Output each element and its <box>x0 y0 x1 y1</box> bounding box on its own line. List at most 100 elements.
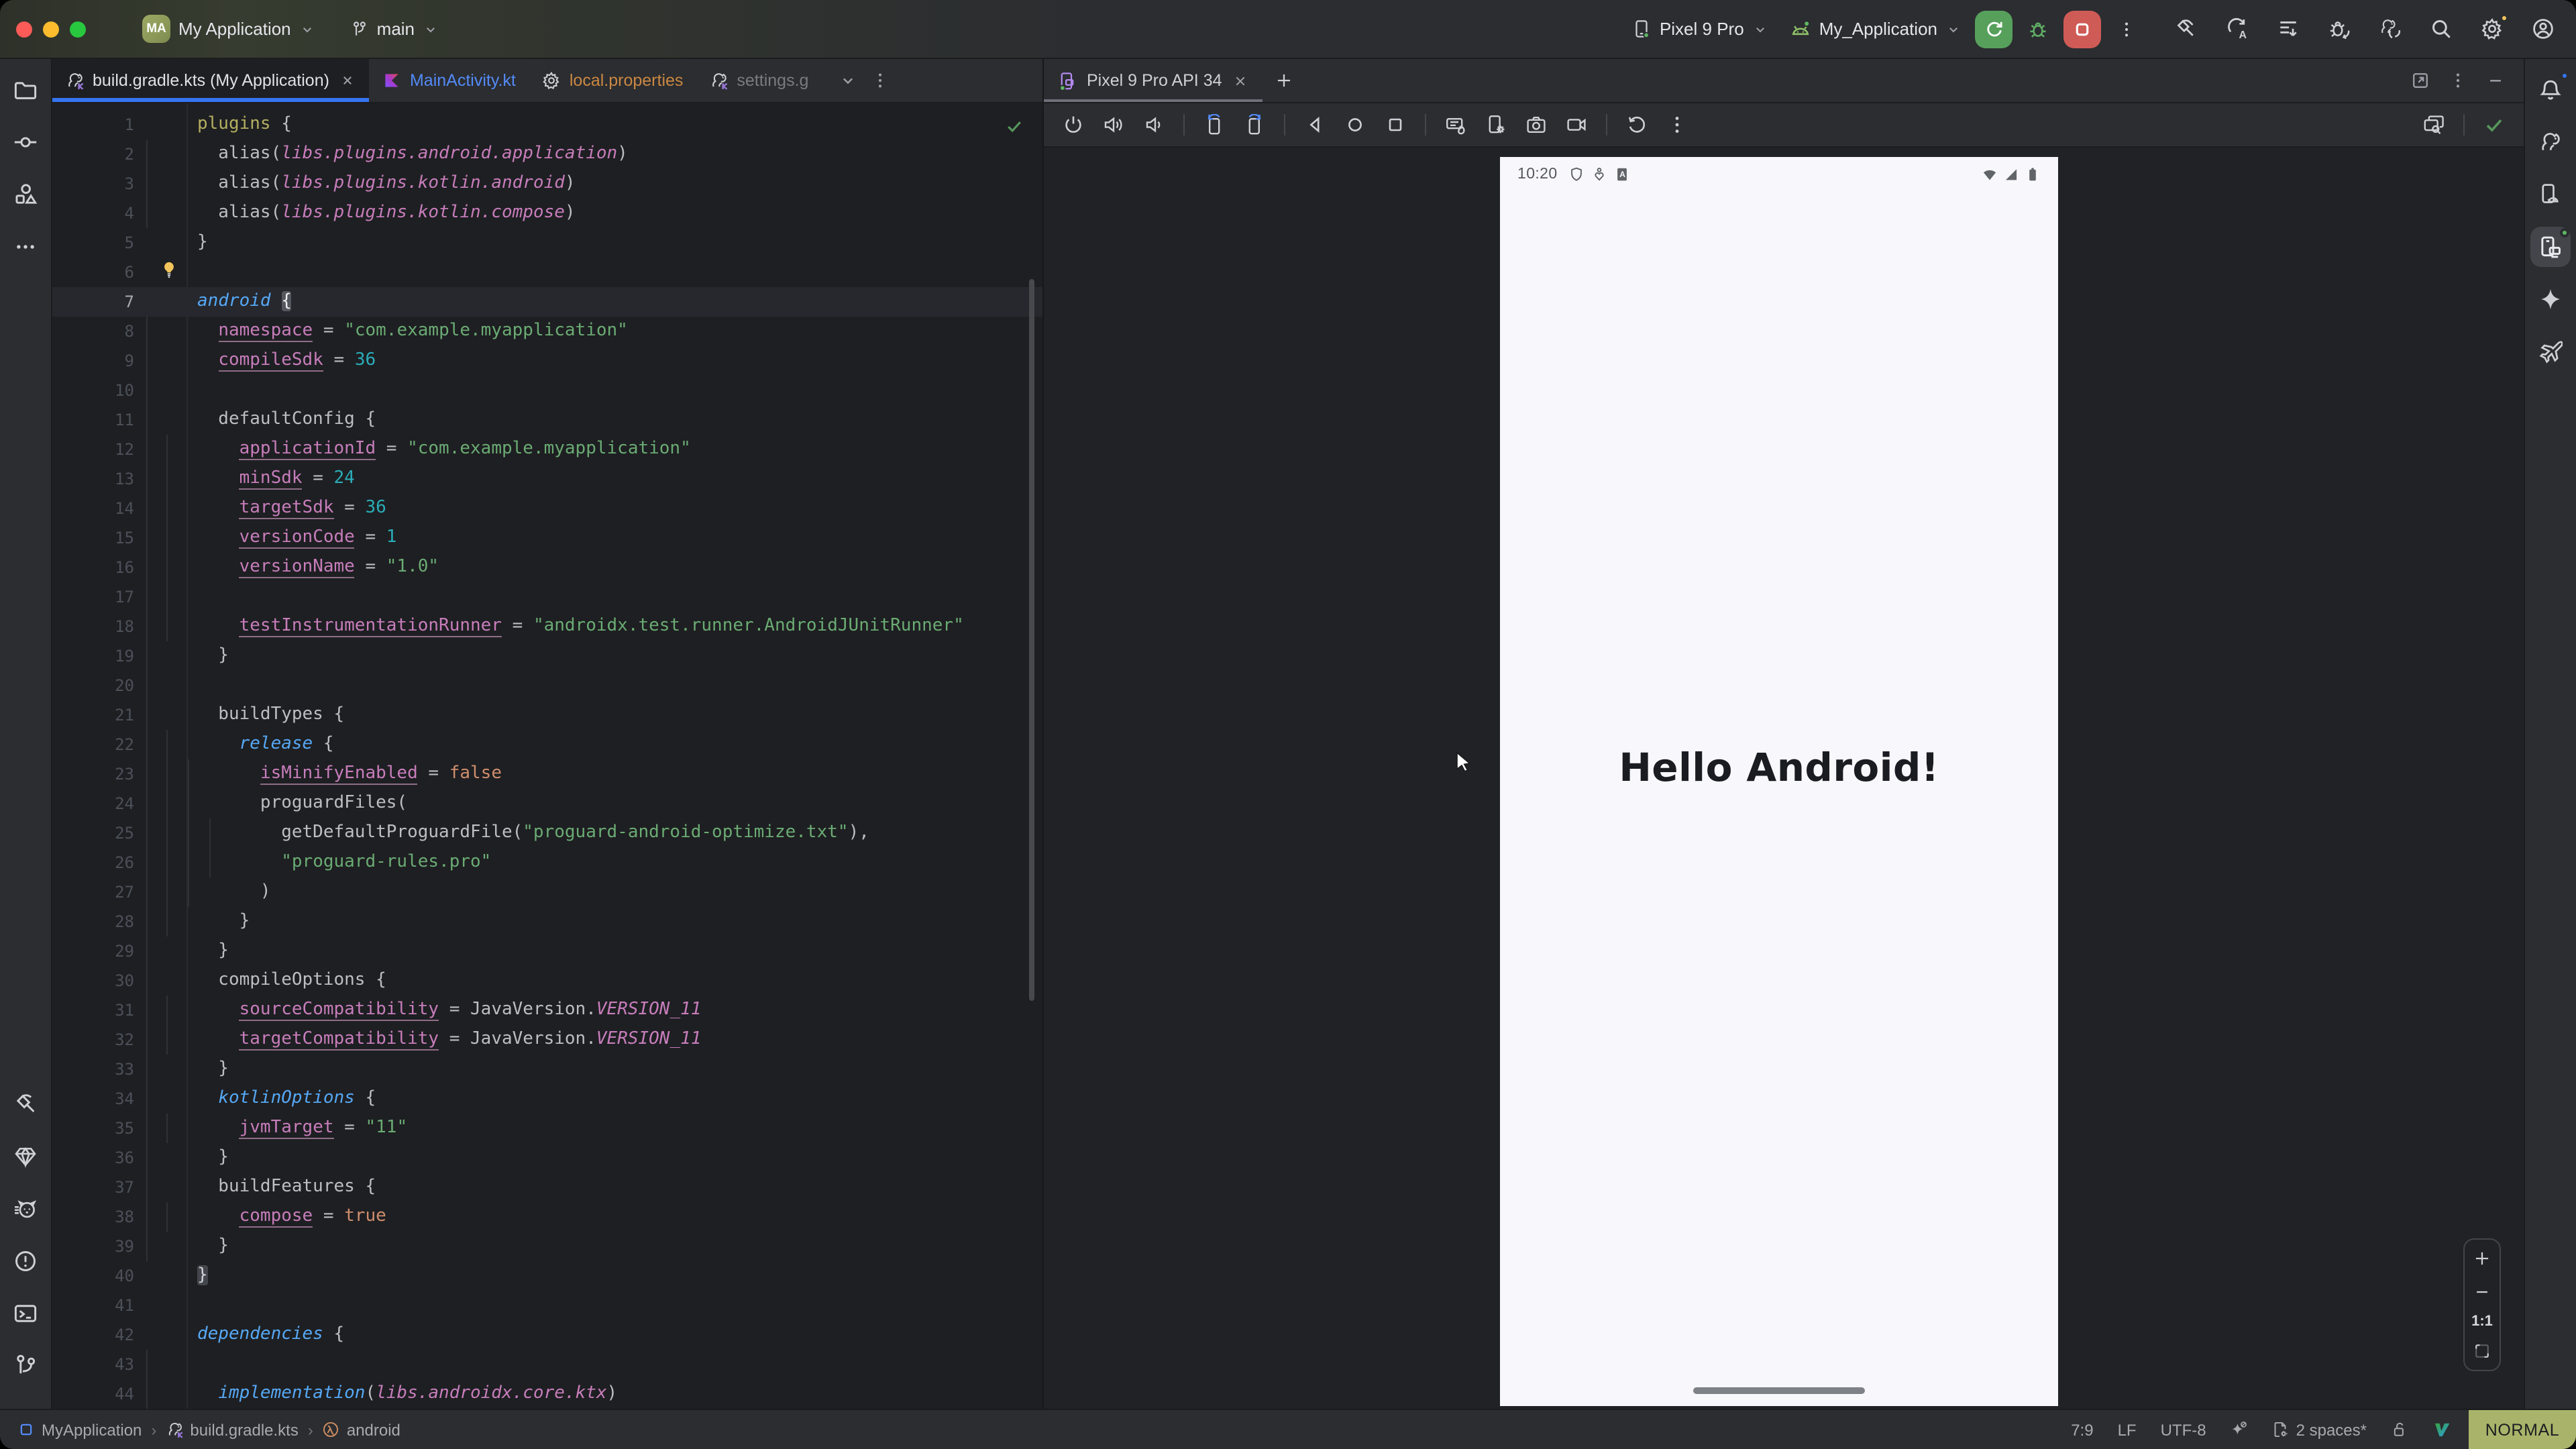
code-editor[interactable]: 1plugins {2 alias(libs.plugins.android.a… <box>52 103 1042 1409</box>
settings-button[interactable] <box>2471 10 2512 48</box>
editor-scrollbar[interactable] <box>1029 279 1034 1001</box>
add-device-tab-button[interactable] <box>1268 64 1300 97</box>
line-content: applicationId = "com.example.myapplicati… <box>134 435 691 464</box>
code-line-23: 23 isMinifyEnabled = false <box>52 759 1042 789</box>
kebab-button[interactable] <box>1661 109 1693 141</box>
logcat-tool-button[interactable] <box>5 1189 46 1229</box>
unlock-widget[interactable] <box>2391 1421 2408 1438</box>
hammer-tool-button[interactable] <box>5 1084 46 1124</box>
git-branch-tool-button[interactable] <box>5 1346 46 1386</box>
hardware-input-button[interactable] <box>1440 109 1472 141</box>
breadcrumb-item-build.gradle.kts[interactable]: build.gradle.kts <box>166 1420 298 1439</box>
user-button[interactable] <box>2522 10 2563 48</box>
profiler-button[interactable] <box>2318 10 2359 48</box>
zoom-reset-button[interactable]: 1:1 <box>2471 1313 2493 1330</box>
airplane-tool-button[interactable] <box>2530 331 2571 372</box>
back-button[interactable] <box>1299 109 1331 141</box>
reset-button[interactable] <box>1621 109 1653 141</box>
inspections-ok-icon[interactable] <box>1005 117 1024 136</box>
editor-tab-build.gradle.kts[interactable]: build.gradle.kts (My Application) <box>52 59 370 102</box>
kebab-button[interactable] <box>2449 70 2467 90</box>
debug-button[interactable] <box>2018 10 2058 48</box>
device-manager-tool-button[interactable] <box>2530 174 2571 215</box>
home-button[interactable] <box>1339 109 1371 141</box>
chevron-down-icon <box>838 72 857 91</box>
vim-widget[interactable] <box>2432 1421 2450 1438</box>
device-selector[interactable]: Pixel 9 Pro <box>1623 13 1776 44</box>
editor-tab-settings.g[interactable]: settings.g <box>696 59 822 102</box>
camera-button[interactable] <box>1520 109 1552 141</box>
close-icon[interactable] <box>1232 72 1249 89</box>
device-settings-button[interactable] <box>1480 109 1512 141</box>
running-devices-tool-button[interactable] <box>2530 227 2571 267</box>
more-tool-button[interactable] <box>5 227 46 267</box>
project-widget[interactable]: MA My Application <box>134 9 323 48</box>
plus-zoom-button[interactable] <box>2473 1246 2491 1271</box>
maximize-window-button[interactable] <box>70 21 86 37</box>
breadcrumb-item-android[interactable]: android <box>323 1420 400 1439</box>
show-hidden-tabs-button[interactable] <box>838 70 857 90</box>
volume-down-button[interactable] <box>1138 109 1170 141</box>
minus-zoom-button[interactable] <box>2473 1280 2491 1304</box>
line-number: 32 <box>52 1025 134 1055</box>
layout-inspector-button[interactable] <box>2418 109 2450 141</box>
volume-up-button[interactable] <box>1097 109 1130 141</box>
search-button[interactable] <box>2420 10 2461 48</box>
code-line-10: 10 <box>52 376 1042 405</box>
gesture-navigation-pill[interactable] <box>1693 1387 1865 1394</box>
fit-zoom-button[interactable] <box>2473 1339 2491 1363</box>
code-line-1: 1plugins { <box>52 110 1042 140</box>
screen-record-button[interactable] <box>1560 109 1593 141</box>
check-green-button[interactable] <box>2478 109 2510 141</box>
folder-tool-button[interactable] <box>5 70 46 110</box>
minimize-window-button[interactable] <box>43 21 59 37</box>
line-number: 20 <box>52 671 134 700</box>
stop-button[interactable] <box>2063 10 2101 48</box>
apply-restart-button[interactable] <box>2216 10 2257 48</box>
intention-lightbulb-icon[interactable] <box>160 260 178 279</box>
rotate-left-button[interactable] <box>1198 109 1230 141</box>
power-button[interactable] <box>1057 109 1089 141</box>
status-widget-7:9[interactable]: 7:9 <box>2071 1420 2093 1439</box>
gem-tool-button[interactable] <box>5 1136 46 1177</box>
problems-tool-button[interactable] <box>5 1241 46 1281</box>
gradle-sync-button[interactable] <box>2369 10 2410 48</box>
more-run-options-button[interactable] <box>2106 10 2147 48</box>
code-line-30: 30 compileOptions { <box>52 966 1042 996</box>
apply-code-button[interactable] <box>2267 10 2308 48</box>
overview-button[interactable] <box>1379 109 1411 141</box>
status-widget-UTF-8[interactable]: UTF-8 <box>2161 1420 2206 1439</box>
vcs-branch-widget[interactable]: main <box>342 13 447 44</box>
status-widget-LF[interactable]: LF <box>2118 1420 2137 1439</box>
terminal-tool-button[interactable] <box>5 1293 46 1334</box>
rerun-button[interactable] <box>1975 10 2012 48</box>
emulator-screen[interactable]: 10:20 Hello Android! <box>1500 157 2058 1406</box>
close-icon[interactable] <box>340 72 356 89</box>
check-green-icon <box>2483 114 2505 136</box>
breadcrumb-item-MyApplication[interactable]: MyApplication <box>17 1420 142 1439</box>
vim-mode-badge[interactable]: NORMAL <box>2469 1409 2576 1449</box>
gemini-tool-button[interactable] <box>2530 279 2571 319</box>
run-configuration-selector[interactable]: My_Application <box>1782 13 1970 45</box>
editor-tab-local.properties[interactable]: local.properties <box>529 59 697 102</box>
build-hammer-button[interactable] <box>2165 10 2206 48</box>
indent-config-widget[interactable]: 2 spaces* <box>2272 1420 2367 1439</box>
screen-record-icon <box>1566 114 1587 136</box>
open-external-button[interactable] <box>2411 70 2430 90</box>
editor-tab-MainActivity.kt[interactable]: MainActivity.kt <box>370 59 529 102</box>
shapes-tool-button[interactable] <box>5 174 46 215</box>
code-line-20: 20 <box>52 671 1042 700</box>
overview-icon <box>1385 114 1406 136</box>
ai-spark-off-widget[interactable] <box>2231 1421 2248 1438</box>
device-tab[interactable]: Pixel 9 Pro API 34 <box>1044 59 1263 102</box>
gradle-tool-button[interactable] <box>2530 122 2571 162</box>
bell-tool-button[interactable] <box>2530 70 2571 110</box>
minimize-button[interactable] <box>2486 70 2505 90</box>
close-window-button[interactable] <box>16 21 32 37</box>
line-content: proguardFiles( <box>134 789 407 818</box>
rotate-right-button[interactable] <box>1238 109 1271 141</box>
search-icon <box>2429 17 2452 40</box>
tab-options-button[interactable] <box>870 70 889 90</box>
commit-tool-button[interactable] <box>5 122 46 162</box>
macos-traffic-lights[interactable] <box>16 21 134 37</box>
